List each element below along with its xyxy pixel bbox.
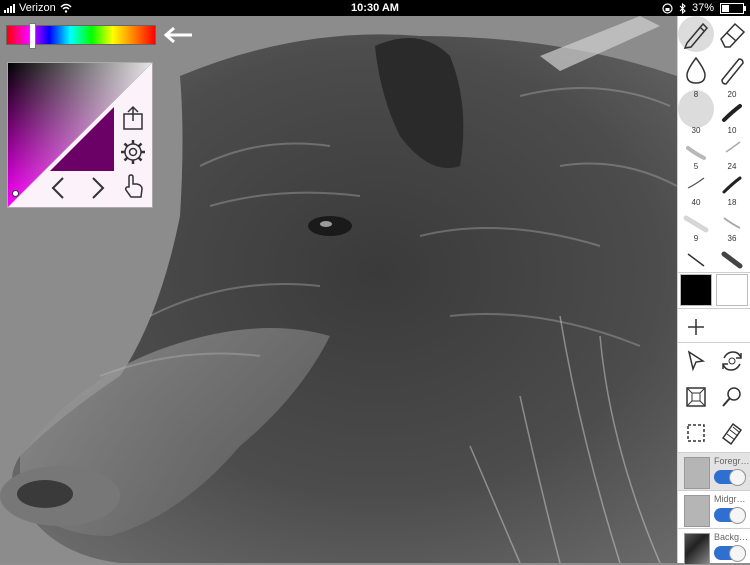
eraser-tool[interactable] (714, 16, 750, 52)
brush-size-preset[interactable]: 9 (678, 234, 714, 272)
rotate-tool[interactable] (714, 343, 750, 379)
hue-slider-handle[interactable] (29, 23, 37, 49)
brush-stroke-icon (722, 104, 742, 122)
brush-stroke-icon (687, 253, 705, 267)
eraser-icon (720, 22, 746, 48)
touch-icon[interactable] (120, 173, 146, 199)
layer-row[interactable]: Background (678, 528, 750, 565)
brush-size-preset[interactable]: 18 (714, 198, 750, 236)
layer-visibility-toggle[interactable] (714, 469, 746, 486)
saturation-handle[interactable] (12, 190, 19, 197)
color-picker-panel (7, 62, 153, 208)
brush-stroke-icon (683, 215, 709, 233)
brush-stroke-icon (721, 251, 743, 269)
divider (678, 272, 750, 273)
brush-size-preset[interactable]: 5 (678, 162, 714, 200)
undo-icon[interactable] (46, 175, 72, 201)
fit-icon (686, 387, 706, 407)
selection-tool[interactable] (678, 415, 714, 451)
airbrush-tool[interactable] (714, 52, 750, 88)
brush-stroke-icon (686, 146, 706, 160)
plus-icon (688, 319, 704, 335)
fit-tool[interactable] (678, 379, 714, 415)
tool-panel: 8 20 30 10 5 24 40 18 9 36 Foregro Midgr… (677, 16, 750, 565)
smudge-tool[interactable] (678, 52, 714, 88)
zoom-tool[interactable] (714, 379, 750, 415)
pencil-icon (683, 22, 709, 49)
brush-size-preset[interactable]: 30 (678, 126, 714, 164)
brush-size-preset[interactable]: 36 (714, 234, 750, 272)
pencil-tool[interactable] (678, 16, 714, 52)
clock: 10:30 AM (351, 2, 399, 14)
layer-visibility-toggle[interactable] (714, 545, 746, 562)
select-icon (687, 424, 705, 442)
brush-size-preset[interactable]: 8 (678, 90, 714, 128)
export-icon[interactable] (120, 105, 146, 131)
layer-visibility-toggle[interactable] (714, 507, 746, 524)
bluetooth-icon (679, 2, 686, 14)
redo-icon[interactable] (84, 175, 110, 201)
brush-size-preset[interactable]: 10 (714, 126, 750, 164)
secondary-color-swatch[interactable] (716, 274, 748, 306)
rotation-lock-icon (662, 2, 673, 14)
status-bar: Verizon 10:30 AM 37% (0, 0, 750, 16)
brush-size-preset[interactable]: 20 (714, 90, 750, 128)
layer-thumbnail (684, 457, 710, 489)
layer-thumbnail (684, 533, 710, 565)
primary-color-swatch[interactable] (680, 274, 712, 306)
add-button[interactable] (678, 309, 714, 345)
battery-icon (720, 2, 746, 14)
reference-icon (721, 422, 743, 446)
layer-row[interactable]: Foreground (678, 452, 750, 491)
brush-stroke-icon (722, 176, 742, 194)
move-tool[interactable] (678, 343, 714, 379)
hue-slider[interactable] (6, 23, 156, 49)
cursor-icon (687, 350, 706, 372)
smudge-drop-icon (686, 56, 706, 84)
layer-thumbnail (684, 495, 710, 527)
collapse-arrow-icon[interactable] (164, 26, 194, 44)
brush-size-preset[interactable]: 40 (678, 198, 714, 236)
reference-tool[interactable] (714, 415, 750, 451)
rotate-icon (722, 351, 742, 371)
brush-stroke-icon (723, 217, 741, 229)
brush-size-preset[interactable]: 24 (714, 162, 750, 200)
zoom-icon (722, 387, 741, 407)
brush-stroke-icon (725, 141, 741, 153)
gear-icon[interactable] (120, 139, 146, 165)
brush-stroke-icon (687, 177, 705, 189)
airbrush-icon (721, 58, 744, 85)
battery-percent: 37% (691, 2, 714, 14)
layer-row[interactable]: Midground (678, 490, 750, 529)
